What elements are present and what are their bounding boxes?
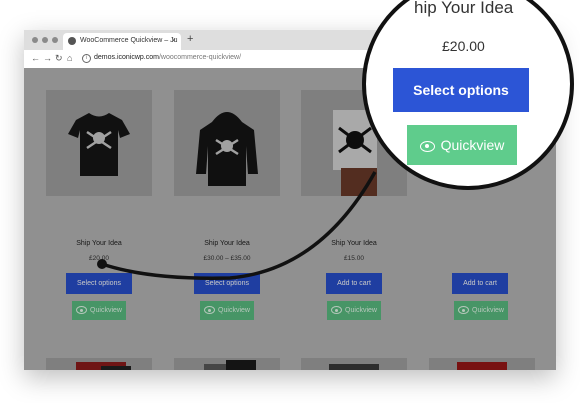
zoom-product-price: £20.00 [442,38,485,54]
url-field[interactable]: demos.iconicwp.com/woocommerce-quickview… [94,54,241,61]
close-tab-icon[interactable]: × [171,36,176,45]
info-icon[interactable]: i [82,54,91,63]
forward-icon[interactable]: → [43,53,52,63]
globe-icon [68,37,76,45]
url-path: /woocommerce-quickview/ [158,54,242,61]
minimize-window-dot[interactable] [42,37,48,43]
zoom-quickview-label: Quickview [440,137,505,153]
zoom-product-name: hip Your Idea [414,0,514,17]
new-tab-button[interactable]: + [187,33,193,45]
eye-icon [419,140,435,152]
back-icon[interactable]: ← [31,53,40,63]
home-icon[interactable]: ⌂ [67,53,72,63]
url-host: demos.iconicwp.com [94,54,159,61]
reload-icon[interactable]: ↻ [55,53,63,64]
close-window-dot[interactable] [32,37,38,43]
zoom-select-options-button[interactable]: Select options [393,68,529,112]
browser-tab[interactable]: WooCommerce Quickview – Ju × [63,33,181,50]
zoom-quickview-button[interactable]: Quickview [407,125,517,165]
tab-title: WooCommerce Quickview – Ju [80,37,178,44]
maximize-window-dot[interactable] [52,37,58,43]
